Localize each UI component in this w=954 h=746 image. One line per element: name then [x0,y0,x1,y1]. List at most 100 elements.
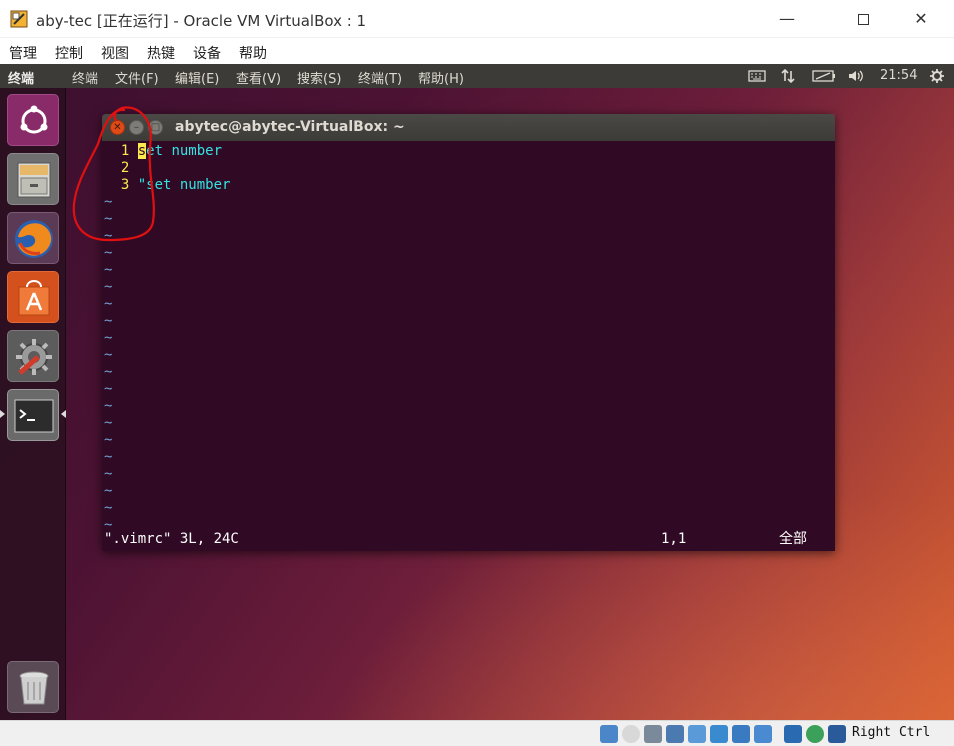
shopping-bag-icon [18,280,50,316]
virtualbox-app-icon [10,10,28,28]
terminal-titlebar[interactable]: ✕ – □ abytec@abytec-VirtualBox: ~ [102,114,835,141]
vim-line-2: 2 [104,160,138,177]
cpu-icon[interactable] [784,725,802,743]
launcher-terminal[interactable] [7,389,59,441]
terminal-window: ✕ – □ abytec@abytec-VirtualBox: ~ 1 set … [102,114,835,551]
vim-line-text: "set number [137,177,231,193]
vim-tilde-line: ~ [104,364,113,380]
vbox-menu-view[interactable]: 视图 [101,43,129,63]
terminal-minimize-button[interactable]: – [129,120,144,135]
vim-cursor: s [137,143,147,159]
maximize-button[interactable] [840,4,886,34]
terminal-menu-terminal[interactable]: 终端 [72,68,98,87]
vim-line-1: 1 set number [104,143,222,160]
launcher-trash[interactable] [7,661,59,713]
host-key-label: Right Ctrl [852,725,931,740]
vim-tilde-line: ~ [104,279,113,295]
minimize-icon: — [779,9,795,28]
vbox-menu-devices[interactable]: 设备 [193,43,221,63]
vim-tilde-line: ~ [104,313,113,329]
launcher-software-center[interactable] [7,271,59,323]
maximize-icon: □ [150,122,161,133]
vim-tilde-line: ~ [104,398,113,414]
vim-line-3: 3 "set number [104,177,231,194]
video-capture-icon[interactable] [754,725,772,743]
hard-disk-icon[interactable] [600,725,618,743]
usb-icon[interactable] [688,725,706,743]
launcher-files[interactable] [7,153,59,205]
vim-tilde-line: ~ [104,466,113,482]
launcher-system-settings[interactable] [7,330,59,382]
line-number: 1 [104,143,138,159]
terminal-menu-search[interactable]: 搜索(S) [297,68,341,87]
guest-display[interactable]: 终端 终端 文件(F) 编辑(E) 查看(V) 搜索(S) 终端(T) 帮助(H… [0,64,954,720]
vbox-menu-hotkeys[interactable]: 热键 [147,43,175,63]
terminal-menu-help[interactable]: 帮助(H) [418,68,464,87]
keyboard-icon[interactable] [748,68,766,84]
terminal-menu-file[interactable]: 文件(F) [115,68,159,87]
vbox-menu-manage[interactable]: 管理 [9,43,37,63]
launcher-firefox[interactable] [7,212,59,264]
vim-tilde-line: ~ [104,432,113,448]
network-adapter-icon[interactable] [666,725,684,743]
terminal-menu-edit[interactable]: 编辑(E) [175,68,219,87]
volume-icon[interactable] [847,68,865,84]
vim-tilde-line: ~ [104,262,113,278]
vim-tilde-line: ~ [104,500,113,516]
network-icon[interactable] [780,68,796,84]
vim-tilde-line: ~ [104,245,113,261]
vim-tilde-line: ~ [104,347,113,363]
terminal-menu-view[interactable]: 查看(V) [236,68,281,87]
shared-folders-icon[interactable] [710,725,728,743]
minimize-icon: – [134,122,139,133]
active-app-name: 终端 [8,72,35,87]
line-number: 2 [104,160,138,176]
display-icon[interactable] [732,725,750,743]
gear-icon[interactable] [929,68,945,84]
vim-tilde-line: ~ [104,449,113,465]
vim-tilde-line: ~ [104,483,113,499]
line-number: 3 [104,177,138,193]
vim-tilde-line: ~ [104,228,113,244]
terminal-icon [14,399,54,433]
vim-cursor-position: 1,1 [661,531,687,547]
keyboard-capture-icon[interactable] [828,725,846,743]
mouse-integration-icon[interactable] [806,725,824,743]
vim-tilde-line: ~ [104,381,113,397]
vim-tilde-line: ~ [104,194,113,210]
host-window-title: aby-tec [正在运行] - Oracle VM VirtualBox : … [36,12,367,30]
terminal-close-button[interactable]: ✕ [110,120,125,135]
close-button[interactable]: ✕ [898,4,944,34]
vim-file-info: ".vimrc" 3L, 24C [104,531,239,547]
vim-tilde-line: ~ [104,330,113,346]
launcher-dash[interactable] [7,94,59,146]
close-icon: ✕ [113,122,122,133]
vim-tilde-line: ~ [104,211,113,227]
terminal-title: abytec@abytec-VirtualBox: ~ [175,119,405,135]
audio-icon[interactable] [644,725,662,743]
vim-line-text: et number [146,143,223,159]
terminal-maximize-button[interactable]: □ [148,120,163,135]
launcher-active-arrow-left [0,410,5,418]
optical-drive-icon[interactable] [622,725,640,743]
ubuntu-launcher [0,88,66,720]
vim-tilde-line: ~ [104,415,113,431]
vbox-menu-help[interactable]: 帮助 [239,43,267,63]
clock[interactable]: 21:54 [880,68,917,83]
vim-scroll-indicator: 全部 [779,531,807,547]
minimize-button[interactable]: — [764,4,810,34]
file-cabinet-icon [17,162,51,198]
ubuntu-top-panel: 终端 终端 文件(F) 编辑(E) 查看(V) 搜索(S) 终端(T) 帮助(H… [0,64,954,88]
vim-status-line: ".vimrc" 3L, 24C 1,1 全部 [104,531,832,548]
vbox-menubar: 管理 控制 视图 热键 设备 帮助 [0,38,954,64]
firefox-icon [15,220,53,258]
maximize-icon [857,14,869,25]
launcher-active-arrow-right [61,410,66,418]
ubuntu-logo-icon [20,105,48,134]
vbox-menu-control[interactable]: 控制 [55,43,83,63]
host-window-titlebar: aby-tec [正在运行] - Oracle VM VirtualBox : … [0,0,954,38]
battery-icon[interactable] [812,68,836,84]
vim-editor[interactable]: 1 set number 2 3 "set number ~ ~ ~ ~ ~ ~ ~ ~ ~ ~ ~… [102,141,835,551]
trash-icon [19,671,49,705]
terminal-menu-terminal-t[interactable]: 终端(T) [358,68,402,87]
